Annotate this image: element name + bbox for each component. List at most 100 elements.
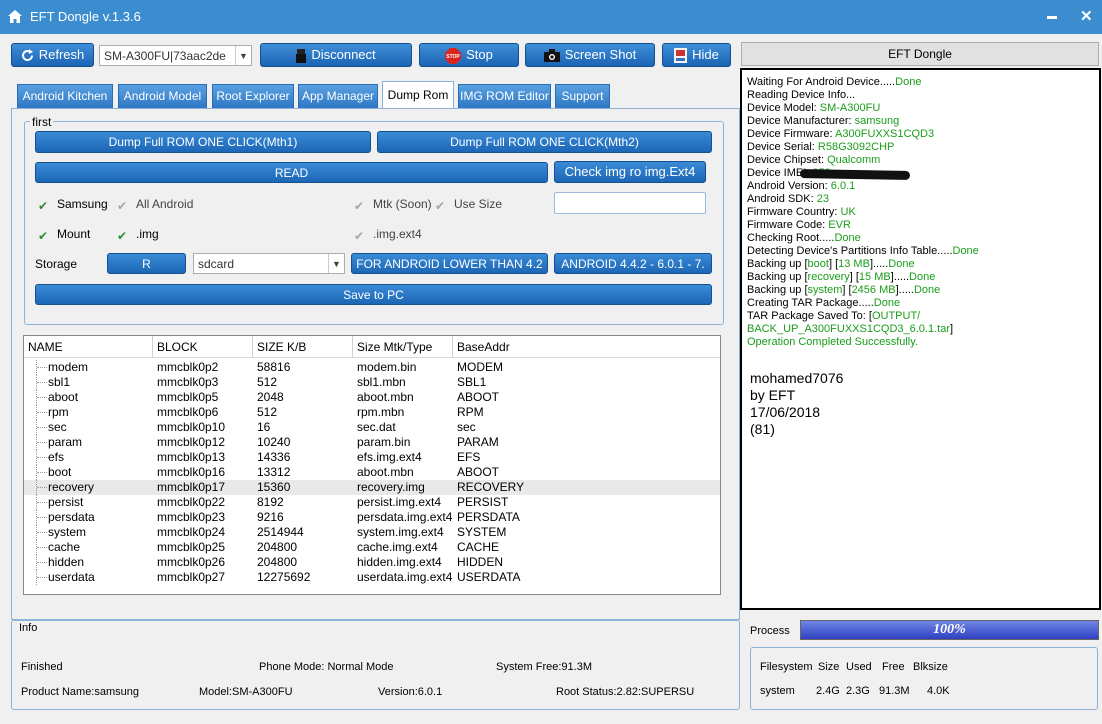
check-img-button[interactable]: Check img ro img.Ext4 xyxy=(554,161,706,183)
disconnect-button[interactable]: Disconnect xyxy=(260,43,412,67)
log-line: Device Manufacturer: samsung xyxy=(747,115,899,128)
column-header[interactable]: Size Mtk/Type xyxy=(353,336,453,358)
table-cell: 2514944 xyxy=(257,525,304,539)
img-checkbox[interactable]: ✔ .img xyxy=(117,227,159,242)
log-text: ]..... xyxy=(895,284,914,296)
log-text: Firmware Code: xyxy=(747,219,829,231)
log-line: Operation Completed Successfully. xyxy=(747,336,918,349)
log-line: Device Firmware: A300FUXXS1CQD3 xyxy=(747,128,934,141)
usb-icon xyxy=(296,48,307,63)
r-button[interactable]: R xyxy=(107,253,186,274)
table-row[interactable]: persist mmcblk0p22 8192 persist.img.ext4 PER… xyxy=(24,495,720,510)
table-cell: 58816 xyxy=(257,360,291,374)
log-line: BACK_UP_A300FUXXS1CQD3_6.0.1.tar] xyxy=(747,323,953,336)
column-header[interactable]: BLOCK xyxy=(153,336,253,358)
table-row[interactable]: userdata mmcblk0p27 12275692 userdata.img.e… xyxy=(24,570,720,585)
tab-app-manager[interactable]: App Manager xyxy=(298,84,378,108)
partition-table[interactable]: NAME BLOCK SIZE K/B Size Mtk/Type BaseAd… xyxy=(23,335,721,595)
table-cell: param xyxy=(48,435,83,449)
table-cell: sec.dat xyxy=(357,420,396,434)
column-header[interactable]: SIZE K/B xyxy=(253,336,353,358)
save-to-pc-button[interactable]: Save to PC xyxy=(35,284,712,305)
table-row[interactable]: boot mmcblk0p16 13312 aboot.mbn ABOOT xyxy=(24,465,720,480)
device-select[interactable]: SM-A300FU|73aac2de ▼ xyxy=(99,45,252,66)
log-value: 2456 MB xyxy=(851,284,896,296)
samsung-checkbox[interactable]: ✔ Samsung xyxy=(38,197,108,212)
table-cell: boot xyxy=(48,465,72,479)
log-value: samsung xyxy=(854,115,900,127)
tab-img-rom-editor[interactable]: IMG ROM Editor xyxy=(458,84,551,108)
table-cell: mmcblk0p5 xyxy=(157,390,219,404)
table-row[interactable]: cache mmcblk0p25 204800 cache.img.ext4 CACHE xyxy=(24,540,720,555)
stop-button[interactable]: STOP Stop xyxy=(419,43,519,67)
right-panel-header: EFT Dongle xyxy=(741,42,1099,66)
log-text: ] [ xyxy=(828,258,839,270)
log-text: Creating TAR Package..... xyxy=(747,297,874,309)
signature-line: 17/06/2018 xyxy=(750,404,821,420)
dump-mth2-button[interactable]: Dump Full ROM ONE CLICK(Mth2) xyxy=(377,131,712,153)
log-line: Detecting Device's Partitions Info Table… xyxy=(747,245,979,258)
product-name: Product Name:samsung xyxy=(21,686,139,698)
table-cell: 512 xyxy=(257,405,278,419)
table-row[interactable]: system mmcblk0p24 2514944 system.img.ext4 SY… xyxy=(24,525,720,540)
tab-dump-rom[interactable]: Dump Rom xyxy=(382,81,454,109)
table-cell: persdata xyxy=(48,510,95,524)
img-ext4-checkbox[interactable]: ✔ .img.ext4 xyxy=(354,227,422,242)
read-button[interactable]: READ xyxy=(35,162,548,183)
hide-button[interactable]: Hide xyxy=(662,43,731,67)
tab-support[interactable]: Support xyxy=(555,84,610,108)
android-lower-button[interactable]: FOR ANDROID LOWER THAN 4.2 xyxy=(351,253,548,274)
minimize-button[interactable] xyxy=(1047,16,1057,19)
all-android-checkbox[interactable]: ✔ All Android xyxy=(117,197,193,212)
android-range-button[interactable]: ANDROID 4.4.2 - 6.0.1 - 7. xyxy=(554,253,712,274)
table-cell: mmcblk0p10 xyxy=(157,420,226,434)
model: Model:SM-A300FU xyxy=(199,686,293,698)
log-line: Device Chipset: Qualcomm xyxy=(747,154,880,167)
column-header[interactable]: BaseAddr xyxy=(453,336,720,358)
progress-bar: 100% xyxy=(800,620,1099,640)
table-row[interactable]: modem mmcblk0p2 58816 modem.bin MODEM xyxy=(24,360,720,375)
table-cell: aboot xyxy=(48,390,79,404)
log-value: Done xyxy=(895,76,922,88)
log-value: Operation Completed Successfully. xyxy=(747,336,918,348)
table-row[interactable]: hidden mmcblk0p26 204800 hidden.img.ext4 HID… xyxy=(24,555,720,570)
log-line: Waiting For Android Device.....Done xyxy=(747,76,921,89)
size-input[interactable] xyxy=(554,192,706,214)
column-header[interactable]: NAME xyxy=(24,336,153,358)
log-text: Firmware Country: xyxy=(747,206,841,218)
log-value: recovery xyxy=(807,271,850,283)
tab-android-model[interactable]: Android Model xyxy=(118,84,207,108)
info-group: Info Finished Phone Mode: Normal Mode Sy… xyxy=(11,620,740,710)
refresh-icon xyxy=(21,49,33,62)
table-cell: 2048 xyxy=(257,390,284,404)
table-row[interactable]: recovery mmcblk0p17 15360 recovery.img RECOV… xyxy=(24,480,720,495)
chevron-down-icon: ▼ xyxy=(328,254,344,273)
tab-root-explorer[interactable]: Root Explorer xyxy=(212,84,294,108)
use-size-checkbox[interactable]: ✔ Use Size xyxy=(435,197,502,212)
table-cell: PERSIST xyxy=(457,495,509,509)
table-row[interactable]: aboot mmcblk0p5 2048 aboot.mbn ABOOT xyxy=(24,390,720,405)
table-row[interactable]: sbl1 mmcblk0p3 512 sbl1.mbn SBL1 xyxy=(24,375,720,390)
table-row[interactable]: persdata mmcblk0p23 9216 persdata.img.ext4 P… xyxy=(24,510,720,525)
mtk-checkbox[interactable]: ✔ Mtk (Soon) xyxy=(354,197,432,212)
checkmark-icon: ✔ xyxy=(117,199,128,213)
log-text: Android SDK: xyxy=(747,193,817,205)
fs-value: system xyxy=(760,685,795,697)
refresh-button[interactable]: Refresh xyxy=(11,43,94,67)
table-row[interactable]: sec mmcblk0p10 16 sec.dat sec xyxy=(24,420,720,435)
table-cell: 13312 xyxy=(257,465,291,479)
table-row[interactable]: param mmcblk0p12 10240 param.bin PARAM xyxy=(24,435,720,450)
chevron-down-icon: ▼ xyxy=(235,46,251,65)
log-text: Android Version: xyxy=(747,180,831,192)
storage-select[interactable]: sdcard ▼ xyxy=(193,253,345,274)
table-cell: rpm.mbn xyxy=(357,405,405,419)
screenshot-button[interactable]: Screen Shot xyxy=(525,43,655,67)
dump-mth1-button[interactable]: Dump Full ROM ONE CLICK(Mth1) xyxy=(35,131,371,153)
table-row[interactable]: rpm mmcblk0p6 512 rpm.mbn RPM xyxy=(24,405,720,420)
mount-checkbox[interactable]: ✔ Mount xyxy=(38,227,90,242)
close-button[interactable]: ✕ xyxy=(1080,7,1093,25)
log-line: Device Serial: R58G3092CHP xyxy=(747,141,894,154)
table-row[interactable]: efs mmcblk0p13 14336 efs.img.ext4 EFS xyxy=(24,450,720,465)
log-line: Firmware Code: EVR xyxy=(747,219,851,232)
tab-android-kitchen[interactable]: Android Kitchen xyxy=(17,84,113,108)
